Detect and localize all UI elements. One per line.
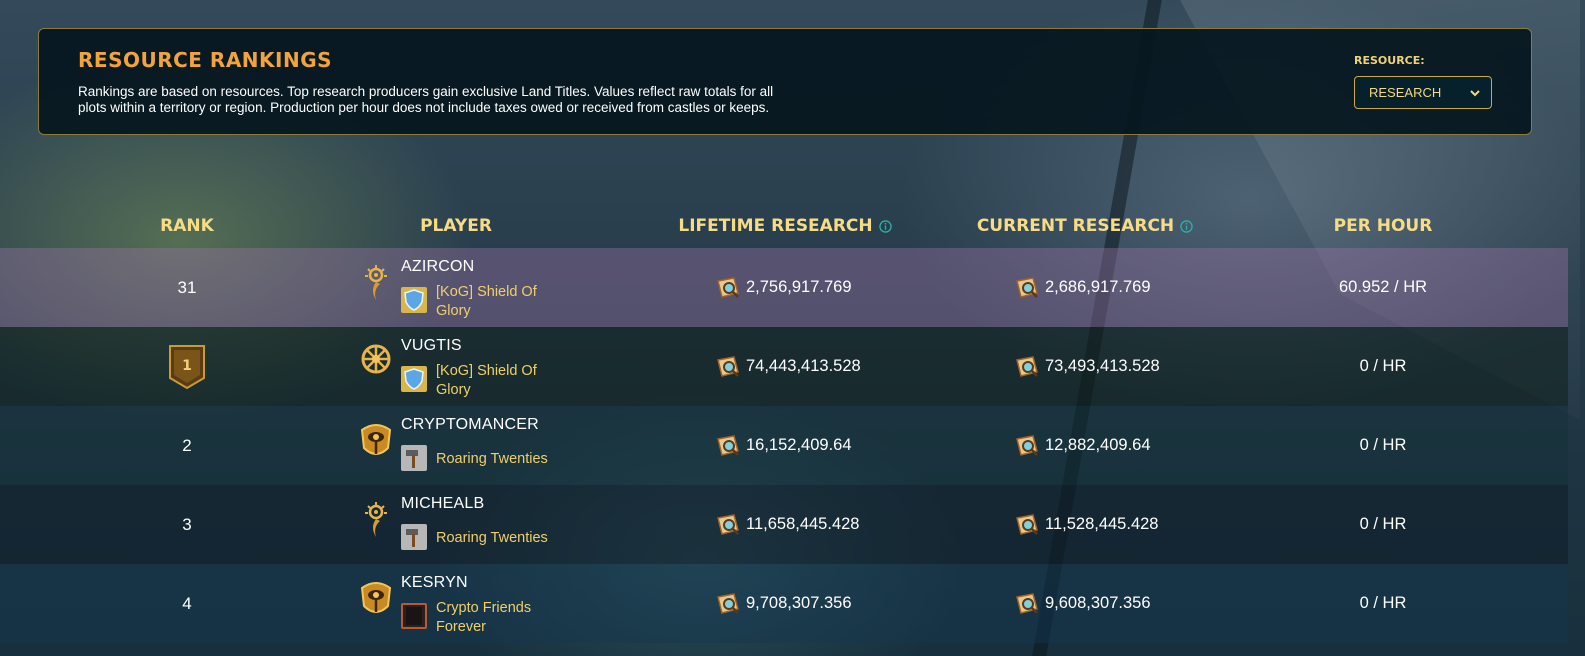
column-header-current[interactable]: CURRENT RESEARCH bbox=[960, 215, 1210, 237]
lifetime-research-value: 9,708,307.356 bbox=[746, 594, 852, 612]
per-hour-value: 0 / HR bbox=[1359, 357, 1407, 375]
eye-emblem-icon bbox=[360, 424, 392, 455]
lifetime-research-value: 11,658,445.428 bbox=[746, 515, 860, 533]
player-name[interactable]: AZIRCON bbox=[401, 258, 474, 276]
current-research-value: 2,686,917.769 bbox=[1045, 278, 1151, 296]
research-scroll-icon bbox=[717, 276, 739, 298]
page-title: RESOURCE RANKINGS bbox=[78, 48, 333, 72]
player-name[interactable]: KESRYN bbox=[401, 574, 468, 592]
info-icon[interactable] bbox=[878, 219, 892, 233]
lifetime-research-value: 74,443,413.528 bbox=[746, 357, 861, 375]
guild-name[interactable]: Roaring Twenties bbox=[436, 450, 566, 469]
table-row[interactable]: 1 VUGTIS [KoG] Shield Of Glory 74,443,41… bbox=[0, 327, 1568, 406]
current-research-cell: 9,608,307.356 bbox=[1013, 564, 1151, 643]
rank-cell: 1 bbox=[137, 327, 237, 406]
resource-select[interactable]: RESEARCH bbox=[1354, 76, 1492, 109]
column-header-lifetime-label: LIFETIME RESEARCH bbox=[678, 216, 873, 236]
guild-name[interactable]: Roaring Twenties bbox=[436, 529, 566, 548]
column-header-lifetime[interactable]: LIFETIME RESEARCH bbox=[660, 215, 910, 237]
rank-value: 4 bbox=[182, 593, 192, 613]
table-row[interactable]: 2 CRYPTOMANCER Roaring Twenties 16,152,4… bbox=[0, 406, 1568, 485]
current-research-cell: 73,493,413.528 bbox=[1013, 327, 1160, 406]
lifetime-research-value: 2,756,917.769 bbox=[746, 278, 852, 296]
rank-value: 2 bbox=[182, 435, 192, 455]
current-research-value: 12,882,409.64 bbox=[1045, 436, 1151, 454]
research-scroll-icon bbox=[1016, 276, 1038, 298]
column-header-per-hour[interactable]: PER HOUR bbox=[1303, 215, 1463, 237]
current-research-value: 9,608,307.356 bbox=[1045, 594, 1151, 612]
per-hour-value: 60.952 / HR bbox=[1338, 278, 1428, 296]
research-scroll-icon bbox=[717, 513, 739, 535]
research-scroll-icon bbox=[1016, 592, 1038, 614]
lifetime-research-cell: 2,756,917.769 bbox=[714, 248, 852, 327]
player-name[interactable]: MICHEALB bbox=[401, 495, 484, 513]
research-scroll-icon bbox=[1016, 355, 1038, 377]
table-row[interactable]: 4 KESRYN Crypto Friends Forever 9,708,30… bbox=[0, 564, 1568, 643]
blue-shield-icon bbox=[401, 366, 427, 392]
guild-name[interactable]: Crypto Friends Forever bbox=[436, 599, 566, 637]
dark-banner-icon bbox=[401, 603, 427, 629]
lifetime-research-cell: 74,443,413.528 bbox=[714, 327, 861, 406]
research-scroll-icon bbox=[717, 355, 739, 377]
per-hour-value: 0 / HR bbox=[1359, 594, 1407, 612]
research-scroll-icon bbox=[717, 592, 739, 614]
blue-shield-icon bbox=[401, 287, 427, 313]
gold-rank-badge: 1 bbox=[169, 344, 205, 389]
crest-icon bbox=[361, 344, 391, 374]
rankings-header-panel: RESOURCE RANKINGS Rankings are based on … bbox=[38, 28, 1532, 135]
current-research-value: 11,528,445.428 bbox=[1045, 515, 1159, 533]
lifetime-research-cell: 11,658,445.428 bbox=[714, 485, 859, 564]
current-research-cell: 12,882,409.64 bbox=[1013, 406, 1151, 485]
research-scroll-icon bbox=[1016, 434, 1038, 456]
eye-emblem-icon bbox=[360, 582, 392, 613]
resource-label: RESOURCE: bbox=[1354, 54, 1425, 67]
column-header-rank[interactable]: RANK bbox=[137, 215, 237, 237]
current-research-value: 73,493,413.528 bbox=[1045, 357, 1160, 375]
resource-select-value: RESEARCH bbox=[1369, 85, 1442, 100]
lifetime-research-value: 16,152,409.64 bbox=[746, 436, 852, 454]
info-icon[interactable] bbox=[1180, 219, 1193, 233]
per-hour-value: 0 / HR bbox=[1359, 515, 1407, 533]
player-name[interactable]: VUGTIS bbox=[401, 337, 462, 355]
column-header-current-label: CURRENT RESEARCH bbox=[976, 216, 1175, 236]
hammer-icon bbox=[401, 524, 427, 550]
rank-value: 31 bbox=[177, 277, 197, 297]
research-scroll-icon bbox=[1016, 513, 1038, 535]
current-research-cell: 2,686,917.769 bbox=[1013, 248, 1151, 327]
guild-name[interactable]: [KoG] Shield Of Glory bbox=[436, 283, 566, 321]
player-name[interactable]: CRYPTOMANCER bbox=[401, 416, 539, 434]
research-scroll-icon bbox=[717, 434, 739, 456]
per-hour-value: 0 / HR bbox=[1359, 436, 1407, 454]
table-row[interactable]: 3 MICHEALB Roaring Twenties 11,658,445.4… bbox=[0, 485, 1568, 564]
page-description: Rankings are based on resources. Top res… bbox=[78, 84, 774, 115]
rank-value: 3 bbox=[182, 514, 192, 534]
chevron-down-icon bbox=[1470, 90, 1480, 97]
sun-sigil-icon bbox=[365, 265, 387, 300]
sun-sigil-icon bbox=[365, 502, 387, 537]
hammer-icon bbox=[401, 445, 427, 471]
current-research-cell: 11,528,445.428 bbox=[1013, 485, 1158, 564]
lifetime-research-cell: 16,152,409.64 bbox=[714, 406, 852, 485]
rank-value: 1 bbox=[182, 358, 192, 374]
column-header-player[interactable]: PLAYER bbox=[386, 215, 526, 237]
lifetime-research-cell: 9,708,307.356 bbox=[714, 564, 852, 643]
table-row[interactable]: 31 AZIRCON [KoG] Shield Of Glory 2,756,9… bbox=[0, 248, 1568, 327]
guild-name[interactable]: [KoG] Shield Of Glory bbox=[436, 362, 566, 400]
